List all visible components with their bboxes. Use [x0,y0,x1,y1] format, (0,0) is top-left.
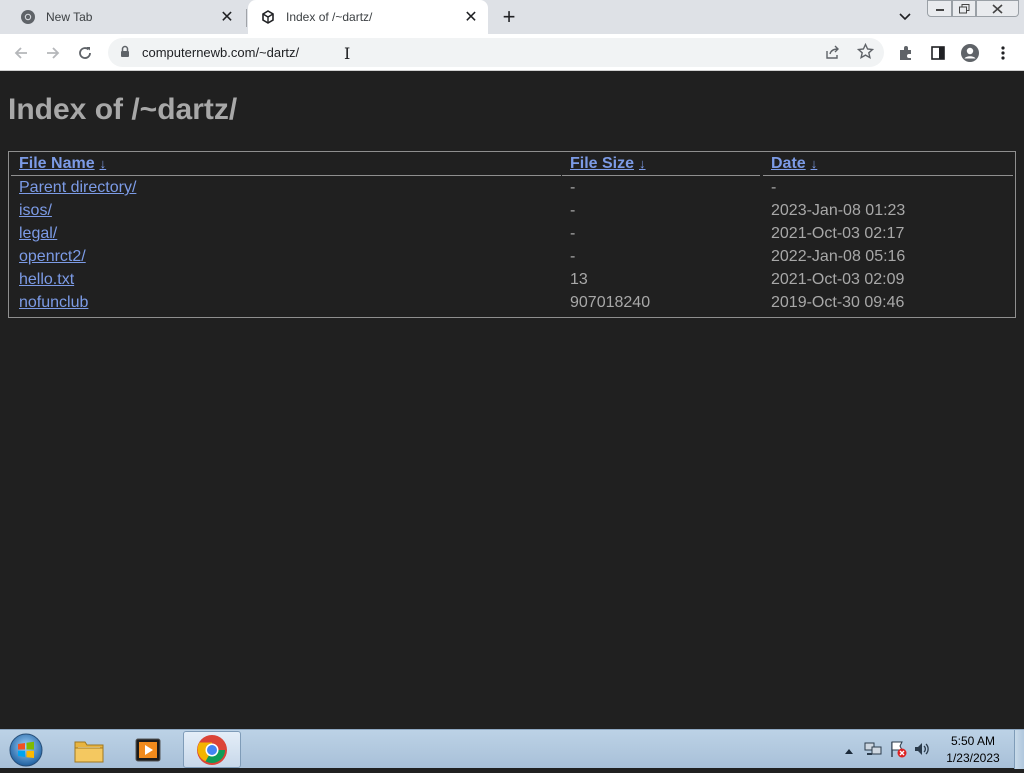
file-date: 2021-Oct-03 02:09 [771,271,905,288]
table-row: openrct2/ - 2022-Jan-08 05:16 [9,246,1015,269]
chrome-taskbar-button[interactable] [183,731,241,768]
table-row: nofunclub 907018240 2019-Oct-30 09:46 [9,292,1015,315]
header-divider [562,175,760,176]
clock-time: 5:50 AM [950,734,996,748]
header-divider [11,175,561,176]
text-cursor-icon: I [344,44,351,63]
table-row: hello.txt 13 2021-Oct-03 02:09 [9,269,1015,292]
file-size: - [570,225,576,242]
sort-arrow-icon: ↓ [810,156,818,171]
header-divider [763,175,1013,176]
new-tab-button[interactable]: + [497,4,521,29]
file-listing-table: File Name ↓ File Size ↓ Date ↓ Parent direc… [8,151,1016,318]
file-date: 2023-Jan-08 01:23 [771,202,906,219]
browser-toolbar: computernewb.com/~dartz/ I [0,34,1024,71]
sort-by-size-link[interactable]: File Size ↓ [570,155,646,173]
file-size: 13 [570,271,588,288]
file-explorer-taskbar-button[interactable] [60,731,118,768]
extensions-puzzle-icon[interactable] [892,39,920,67]
file-size: - [570,179,576,196]
system-clock[interactable]: 5:50 AM 1/23/2023 [934,733,1012,767]
show-desktop-button[interactable] [1014,730,1024,769]
close-window-button[interactable] [976,0,1019,17]
file-name-link[interactable]: nofunclub [19,294,88,312]
media-player-taskbar-button[interactable] [120,731,178,768]
action-center-flag-icon[interactable] [889,740,907,758]
tab-index-of-dartz[interactable]: Index of /~dartz/ ✕ [248,0,488,34]
back-arrow-icon[interactable] [7,39,35,67]
bookmark-star-icon[interactable] [856,42,875,65]
taskbar: 5:50 AM 1/23/2023 [0,729,1024,769]
show-hidden-icons-chevron-icon[interactable] [844,742,854,760]
close-tab-icon[interactable]: ✕ [216,6,238,28]
minimize-window-button[interactable] [927,0,952,17]
tab-strip: New Tab ✕ Index of /~dartz/ ✕ + [0,0,1024,34]
file-date: 2021-Oct-03 02:17 [771,225,905,242]
tab-title: New Tab [46,10,93,24]
page-title: Index of /~dartz/ [8,93,238,126]
forward-arrow-icon[interactable] [39,39,67,67]
sort-arrow-icon: ↓ [99,156,107,171]
table-row: legal/ - 2021-Oct-03 02:17 [9,223,1015,246]
tab-separator [246,9,247,27]
volume-speaker-icon[interactable] [913,740,931,758]
clock-date: 1/23/2023 [946,751,1000,765]
address-bar[interactable]: computernewb.com/~dartz/ I [108,38,884,67]
file-date: 2019-Oct-30 09:46 [771,294,905,311]
file-date: 2022-Jan-08 05:16 [771,248,906,265]
menu-kebab-icon[interactable] [989,39,1017,67]
close-tab-icon[interactable]: ✕ [460,6,482,28]
sort-by-name-link[interactable]: File Name ↓ [19,155,106,173]
file-size: - [570,248,576,265]
file-name-link[interactable]: openrct2/ [19,248,86,266]
url-text: computernewb.com/~dartz/ [142,45,300,60]
file-size: 907018240 [570,294,651,311]
page-content: Index of /~dartz/ File Name ↓ File Size ↓ … [0,71,1024,729]
tab-title: Index of /~dartz/ [286,10,373,24]
lock-icon[interactable] [120,45,130,63]
file-size: - [570,202,576,219]
table-row: isos/ - 2023-Jan-08 01:23 [9,200,1015,223]
tab-search-chevron-icon[interactable] [895,7,915,27]
table-row: Parent directory/ - - [9,177,1015,200]
file-date: - [771,179,777,196]
restore-window-button[interactable] [952,0,976,17]
reload-icon[interactable] [71,39,99,67]
file-name-link[interactable]: isos/ [19,202,52,220]
site-favicon-icon [260,9,276,25]
tab-new-tab[interactable]: New Tab ✕ [8,0,244,34]
profile-avatar-icon[interactable] [956,39,984,67]
sort-by-date-link[interactable]: Date ↓ [771,155,817,173]
sort-arrow-icon: ↓ [639,156,646,171]
file-name-link[interactable]: legal/ [19,225,57,243]
file-name-link[interactable]: Parent directory/ [19,179,136,197]
start-button[interactable] [6,732,46,768]
share-icon[interactable] [824,44,842,65]
chrome-favicon-icon [20,9,36,25]
side-panel-icon[interactable] [924,39,952,67]
network-icon[interactable] [864,740,882,758]
file-name-link[interactable]: hello.txt [19,271,74,289]
